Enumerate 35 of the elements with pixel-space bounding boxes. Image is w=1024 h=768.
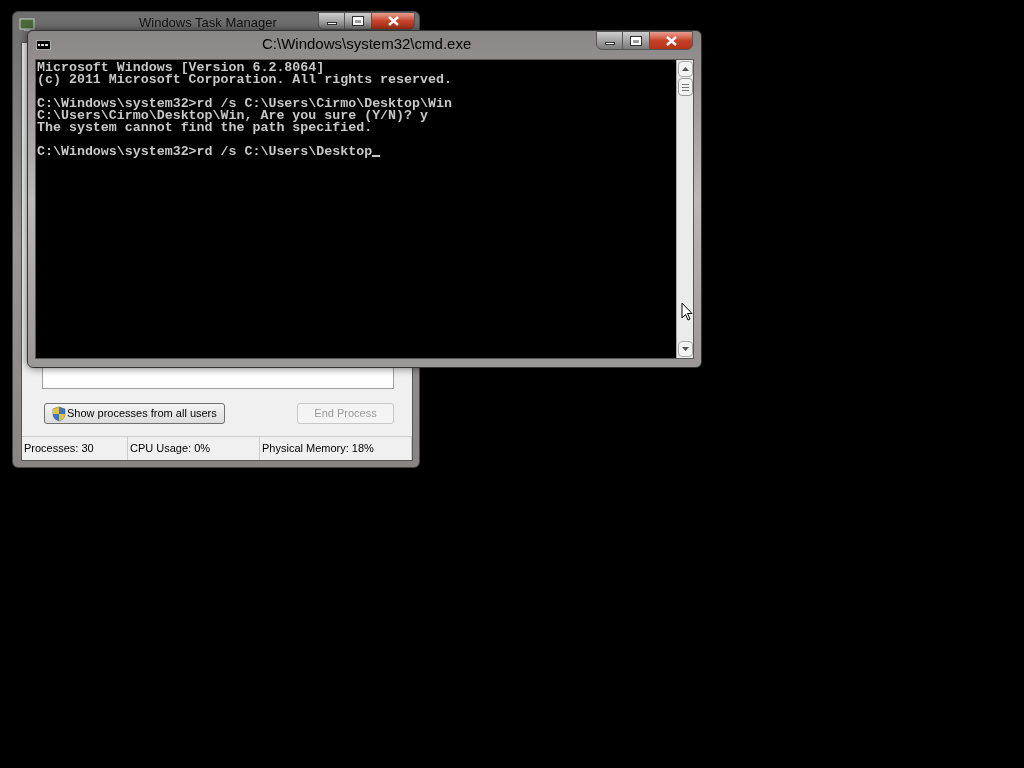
scroll-down-button[interactable] — [677, 341, 693, 357]
close-button[interactable] — [371, 12, 415, 30]
close-icon — [387, 16, 399, 26]
minimize-button[interactable] — [318, 12, 345, 30]
minimize-icon — [604, 41, 615, 45]
minimize-button[interactable] — [596, 31, 623, 50]
console-line: The system cannot find the path specified. — [37, 122, 373, 134]
close-icon — [665, 35, 677, 46]
status-bar-field: Physical Memory: 18% — [260, 437, 412, 460]
down-arrow-icon — [681, 347, 689, 351]
console-line: (c) 2011 Microsoft Corporation. All rights reserved. — [37, 74, 452, 86]
text-cursor — [372, 155, 381, 157]
scroll-thumb[interactable] — [677, 78, 693, 96]
console-line: C:\Users\Cirmo\Desktop\Win, Are you sure (Y/N)? y — [37, 110, 428, 122]
maximize-button[interactable] — [623, 31, 649, 50]
mouse-pointer-icon — [681, 302, 693, 321]
console-icon — [36, 40, 51, 50]
scrollbar[interactable] — [676, 60, 693, 358]
console-line: C:\Windows\system32>rd /s C:\Users\Cirmo\Desktop\Win — [37, 98, 452, 110]
maximize-icon — [353, 17, 363, 25]
maximize-icon — [631, 36, 641, 45]
status-bar-field: CPU Usage: 0% — [128, 437, 260, 460]
shield-icon — [52, 405, 66, 422]
close-button[interactable] — [649, 31, 693, 50]
console-line: C:\Windows\system32>rd /s C:\Users\Desktop — [37, 146, 373, 158]
console-line: Microsoft Windows [Version 6.2.8064] — [37, 62, 325, 74]
scroll-up-button[interactable] — [677, 61, 693, 77]
window-title: Windows Task Manager — [139, 16, 277, 30]
minimize-icon — [326, 22, 337, 25]
status-bar-field: Processes: 30 — [22, 437, 128, 460]
up-arrow-icon — [681, 67, 689, 71]
show-all-users-button[interactable]: Show processes from all users — [44, 403, 225, 424]
maximize-button[interactable] — [345, 12, 371, 30]
task-manager-icon — [19, 18, 35, 32]
window-title: C:\Windows\system32\cmd.exe — [262, 35, 472, 53]
